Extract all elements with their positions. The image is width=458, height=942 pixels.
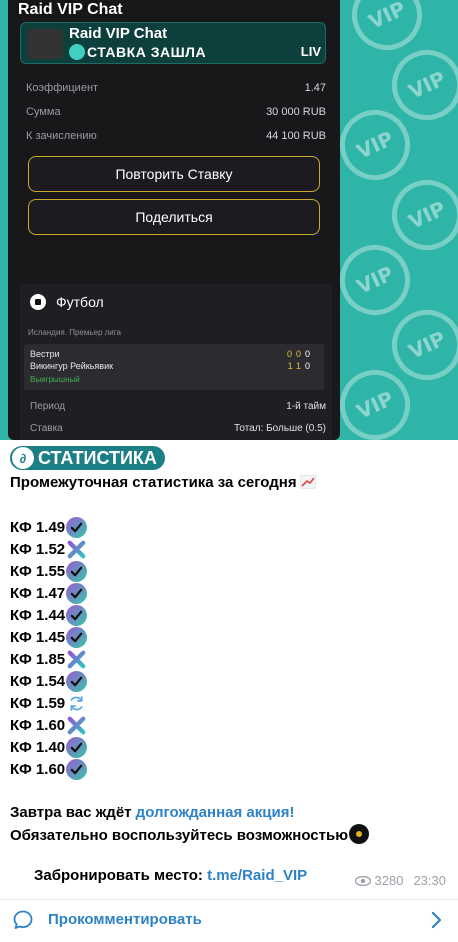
kf-label: КФ 1.40: [10, 738, 66, 756]
vip-watermark: VIP: [380, 168, 458, 262]
away-score: 110: [287, 361, 314, 371]
football-icon: [30, 294, 46, 310]
message-meta: 3280 23:30: [354, 873, 446, 888]
phone-screenshot: Коэффициент 1.47 Сумма 30 000 RUB К зачи…: [8, 0, 340, 440]
chart-emoji-icon: [299, 475, 316, 489]
info-row-period: Период 1-й тайм: [30, 401, 326, 412]
sport-header: Футбол: [30, 294, 104, 310]
pinned-title: Raid VIP Chat: [69, 25, 168, 42]
post-photo[interactable]: VIP VIP VIP VIP VIP VIP VIP Коэффициент …: [0, 0, 458, 440]
league-label: Исландия. Премьер лига: [28, 328, 121, 337]
kf-row: КФ 1.59: [10, 692, 450, 714]
kf-label: КФ 1.45: [10, 628, 66, 646]
cross-mark-icon: [66, 649, 87, 670]
kf-label: КФ 1.59: [10, 694, 66, 712]
kf-label: КФ 1.60: [10, 760, 66, 778]
pinned-badge: СТАВКА ЗАШЛА: [69, 44, 206, 60]
cross-mark-icon: [66, 539, 87, 560]
info-row-bet: Ставка Тотал: Больше (0.5): [30, 423, 326, 434]
comment-bubble-icon: [13, 910, 33, 929]
chevron-right-icon: [431, 911, 442, 929]
check-mark-icon: [66, 626, 88, 648]
booking-link[interactable]: t.me/Raid_VIP: [207, 867, 307, 884]
bet-details: Коэффициент 1.47 Сумма 30 000 RUB К зачи…: [26, 76, 326, 148]
sport-card: Футбол Исландия. Премьер лига Вестри Вик…: [20, 284, 332, 440]
kf-label: КФ 1.49: [10, 518, 66, 536]
kf-label: КФ 1.52: [10, 540, 66, 558]
pinned-message: Raid VIP Chat СТАВКА ЗАШЛА LIV: [20, 22, 326, 64]
result-label: Выигрышный: [30, 375, 80, 384]
brand-logo-icon: ∂: [12, 447, 34, 469]
vinyl-record-emoji-icon: [349, 824, 370, 844]
match-card: Вестри Викингур Рейкьявик 000 110 Выигры…: [24, 344, 324, 390]
check-mark-icon: [66, 604, 88, 626]
views-count: 3280: [374, 873, 404, 888]
kf-row: КФ 1.54: [10, 670, 450, 692]
kf-row: КФ 1.49: [10, 516, 450, 538]
kf-row: КФ 1.85: [10, 648, 450, 670]
kf-row: КФ 1.47: [10, 582, 450, 604]
kf-label: КФ 1.60: [10, 716, 66, 734]
check-mark-icon: [66, 670, 88, 692]
home-score: 000: [286, 349, 314, 359]
kf-label: КФ 1.55: [10, 562, 66, 580]
away-team: Викингур Рейкьявик: [30, 361, 114, 371]
bet-row-coefficient: Коэффициент 1.47: [26, 82, 326, 94]
share-button: Поделиться: [28, 199, 320, 235]
pinned-live: LIV: [300, 44, 321, 59]
kf-label: КФ 1.85: [10, 650, 66, 668]
repeat-bet-button: Повторить Ставку: [28, 156, 320, 192]
refund-arrows-icon: [66, 693, 87, 714]
kf-label: КФ 1.54: [10, 672, 66, 690]
booking-line: Забронировать место: t.me/Raid_VIP: [34, 867, 308, 884]
kf-label: КФ 1.47: [10, 584, 66, 602]
kf-label: КФ 1.44: [10, 606, 66, 624]
cross-mark-icon: [66, 715, 87, 736]
statistics-badge: ∂ СТАТИСТИКА: [10, 446, 165, 470]
views-eye-icon: [354, 875, 371, 886]
check-mark-icon: [66, 736, 88, 758]
check-mark-icon: [66, 758, 88, 780]
kf-row: КФ 1.60: [10, 714, 450, 736]
promo-text: Завтра вас ждёт долгожданная акция! Обяз…: [10, 802, 450, 847]
comment-button[interactable]: Прокомментировать: [0, 900, 458, 942]
check-mark-icon: [66, 582, 88, 604]
kf-row: КФ 1.60: [10, 758, 450, 780]
kf-row: КФ 1.44: [10, 604, 450, 626]
check-mark-icon: [66, 560, 88, 582]
stats-subtitle: Промежуточная статистика за сегодня: [10, 472, 450, 494]
kf-row: КФ 1.55: [10, 560, 450, 582]
home-team: Вестри: [30, 349, 60, 359]
comment-label: Прокомментировать: [48, 911, 202, 928]
pinned-thumbnail: [27, 29, 63, 59]
check-mark-icon: [66, 516, 88, 538]
vip-watermark: VIP: [328, 233, 422, 327]
kf-row: КФ 1.52: [10, 538, 450, 560]
brand-logo-icon: [69, 44, 85, 60]
kf-row: КФ 1.45: [10, 626, 450, 648]
promo-link[interactable]: долгожданная акция!: [136, 804, 295, 821]
bet-row-amount: Сумма 30 000 RUB: [26, 106, 326, 118]
chat-title: Raid VIP Chat: [18, 1, 123, 18]
kf-list: КФ 1.49 КФ 1.52 КФ 1.55 КФ 1.47 КФ 1.44 КФ 1.…: [10, 516, 450, 780]
bet-row-payout: К зачислению 44 100 RUB: [26, 130, 326, 142]
message-text: ∂ СТАТИСТИКА Промежуточная статистика за…: [10, 446, 450, 847]
message-time: 23:30: [413, 873, 446, 888]
kf-row: КФ 1.40: [10, 736, 450, 758]
